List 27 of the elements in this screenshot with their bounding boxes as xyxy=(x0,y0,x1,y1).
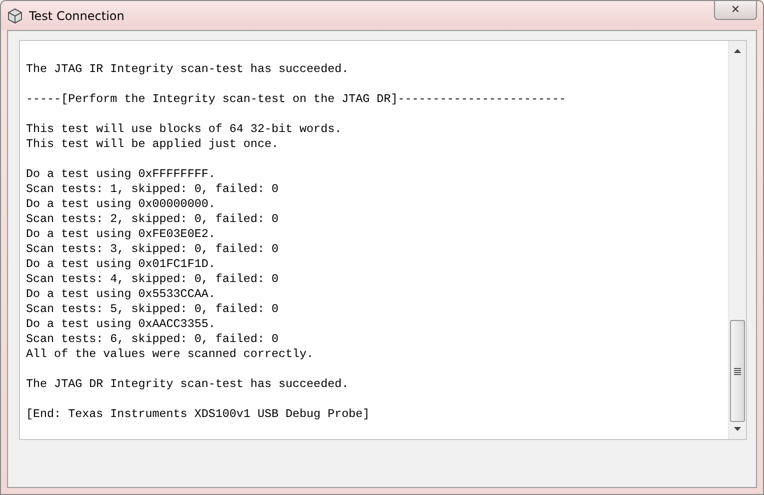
log-line: Do a test using 0xAACC3355. xyxy=(26,317,216,332)
log-line: Do a test using 0x01FC1F1D. xyxy=(26,257,216,272)
log-line: Do a test using 0xFE03E0E2. xyxy=(26,227,216,242)
log-line: The JTAG DR Integrity scan-test has succeeded. xyxy=(26,377,350,392)
cube-icon xyxy=(7,8,23,24)
log-line: [End: Texas Instruments XDS100v1 USB Debug Probe] xyxy=(26,407,371,422)
log-line: This test will be applied just once. xyxy=(26,137,280,152)
scroll-down-icon[interactable] xyxy=(734,427,741,431)
log-line: Do a test using 0x5533CCAA. xyxy=(26,287,216,302)
close-button[interactable]: ✕ xyxy=(714,1,757,20)
vertical-scrollbar[interactable] xyxy=(728,41,746,439)
log-line: Scan tests: 1, skipped: 0, failed: 0 xyxy=(26,182,280,197)
log-line: The JTAG IR Integrity scan-test has succeeded. xyxy=(26,62,350,77)
log-line: Do a test using 0x00000000. xyxy=(26,197,216,212)
log-line: All of the values were scanned correctly. xyxy=(26,347,315,362)
log-line: This test will use blocks of 64 32-bit words. xyxy=(26,122,343,137)
log-line: Scan tests: 5, skipped: 0, failed: 0 xyxy=(26,302,280,317)
scroll-thumb[interactable] xyxy=(730,320,745,422)
log-line: Scan tests: 4, skipped: 0, failed: 0 xyxy=(26,272,280,287)
grip-icon xyxy=(734,368,741,374)
log-line: Scan tests: 3, skipped: 0, failed: 0 xyxy=(26,242,280,257)
window-title: Test Connection xyxy=(29,8,124,22)
log-line: Scan tests: 6, skipped: 0, failed: 0 xyxy=(26,332,280,347)
scroll-up-icon[interactable] xyxy=(734,49,741,53)
log-line: Scan tests: 2, skipped: 0, failed: 0 xyxy=(26,212,280,227)
log-line: -----[Perform the Integrity scan-test on the JTAG DR]------------------------ xyxy=(26,92,568,107)
log-line: Do a test using 0xFFFFFFFF. xyxy=(26,167,216,182)
